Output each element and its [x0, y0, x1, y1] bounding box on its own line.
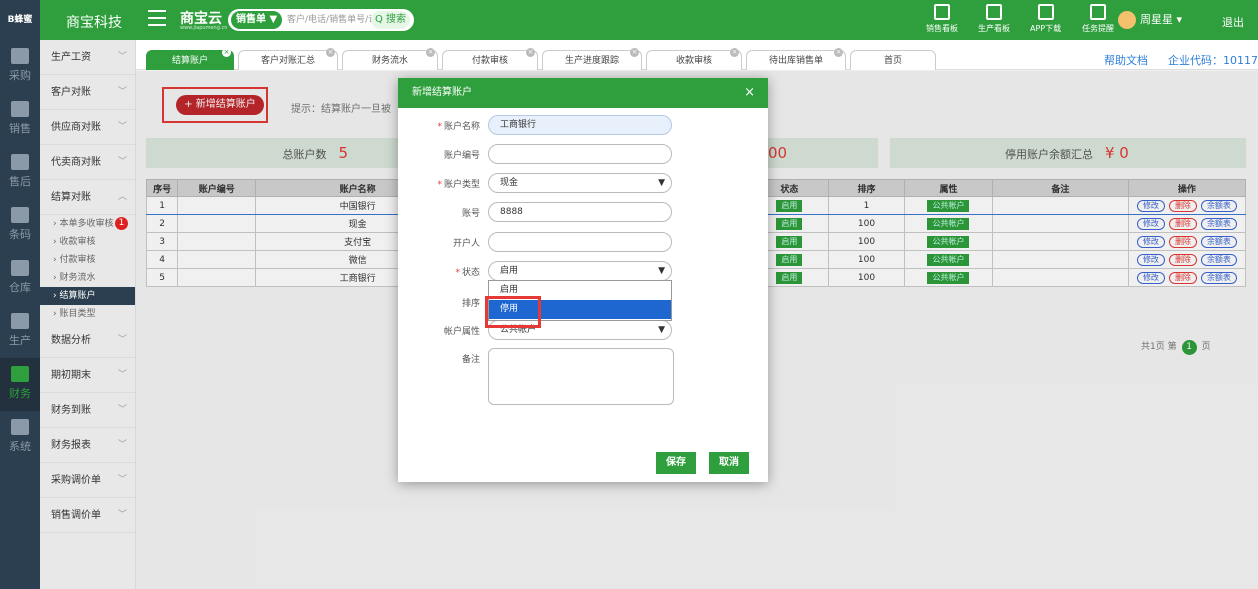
sales-icon	[11, 101, 29, 117]
dropdown-arrow-icon: ▼	[658, 325, 665, 335]
nav-group[interactable]: 采购调价单 ﹀	[40, 463, 135, 498]
rail-finance[interactable]: 财务	[0, 358, 40, 411]
tab-production-progress[interactable]: 生产进度跟踪 ×	[542, 48, 642, 70]
highlight-box	[485, 296, 541, 328]
dropdown-arrow-icon: ▼	[658, 266, 665, 276]
dropdown-arrow-icon: ▼	[658, 178, 665, 188]
production-board-button[interactable]: 生产看板	[978, 4, 1010, 34]
global-search[interactable]: 销售单 ▼ 客户/电话/销售单号/订单号 Q 搜索	[228, 9, 414, 31]
flag-icon	[1090, 4, 1106, 20]
app-logo: B蜂蜜	[0, 0, 40, 40]
rail-system[interactable]: 系统	[0, 411, 40, 464]
sales-board-button[interactable]: 销售看板	[926, 4, 958, 34]
nav-group[interactable]: 数据分析 ﹀	[40, 323, 135, 358]
nav-sub-item-active[interactable]: › 结算账户	[40, 287, 135, 305]
account-number-input[interactable]: 8888	[488, 202, 672, 222]
production-icon	[11, 313, 29, 329]
close-icon[interactable]: ×	[744, 78, 755, 108]
account-type-select[interactable]: 现金 ▼	[488, 173, 672, 193]
nav-sub-item[interactable]: › 账目类型	[40, 305, 135, 323]
cancel-button[interactable]: 取消	[709, 452, 749, 474]
product-url: www.jiapumeng.cn	[180, 25, 228, 31]
nav-sub-item[interactable]: › 付款审核	[40, 251, 135, 269]
field-row-account: 账号 8888	[398, 202, 768, 222]
nav-sub-item[interactable]: › 本单多收审核 1	[40, 215, 135, 233]
rail-production[interactable]: 生产	[0, 305, 40, 358]
tab-home[interactable]: 首页	[850, 50, 936, 70]
tab-pending-shipment[interactable]: 待出库销售单 ×	[746, 48, 846, 70]
account-holder-input[interactable]	[488, 232, 672, 252]
field-row-note: 备注	[398, 348, 768, 406]
service-icon	[11, 154, 29, 170]
close-icon[interactable]: ×	[730, 48, 739, 57]
rail-warehouse[interactable]: 仓库	[0, 252, 40, 305]
status-select[interactable]: 启用 ▼	[488, 261, 672, 281]
cart-icon	[11, 48, 29, 64]
logout-link[interactable]: 退出	[1222, 14, 1244, 30]
nav-group-settlement[interactable]: 结算对账 ︿	[40, 180, 135, 215]
rail-after-sales[interactable]: 售后	[0, 146, 40, 199]
close-icon[interactable]: ×	[526, 48, 535, 57]
nav-group[interactable]: 财务报表 ﹀	[40, 428, 135, 463]
help-docs-link[interactable]: 帮助文档	[1104, 52, 1148, 68]
corp-code: 企业代码：10117	[1168, 54, 1258, 67]
nav-group[interactable]: 财务到账 ﹀	[40, 393, 135, 428]
nav-group[interactable]: 期初期末 ﹀	[40, 358, 135, 393]
save-button[interactable]: 保存	[656, 452, 696, 474]
close-icon[interactable]: ×	[630, 48, 639, 57]
qr-icon	[1037, 4, 1054, 20]
nav-sub-item[interactable]: › 收款审核	[40, 233, 135, 251]
note-textarea[interactable]	[488, 348, 674, 405]
notification-badge: 1	[115, 217, 128, 230]
task-reminder-button[interactable]: 任务提醒	[1082, 4, 1114, 34]
warehouse-icon	[11, 260, 29, 276]
nav-group[interactable]: 供应商对账 ﹀	[40, 110, 135, 145]
module-rail: 采购 销售 售后 条码 仓库 生产 财务 系统	[0, 40, 40, 589]
nav-group[interactable]: 代卖商对账 ﹀	[40, 145, 135, 180]
tab-customer-summary[interactable]: 客户对账汇总 ×	[238, 48, 338, 70]
rail-sales[interactable]: 销售	[0, 93, 40, 146]
nav-group[interactable]: 生产工资 ﹀	[40, 40, 135, 75]
avatar	[1118, 11, 1136, 29]
field-row-holder: 开户人	[398, 232, 768, 252]
close-icon[interactable]: ×	[426, 48, 435, 57]
app-download-button[interactable]: APP下载	[1030, 4, 1061, 34]
menu-toggle-icon[interactable]	[148, 10, 166, 26]
field-row-status: * 状态 启用 ▼	[398, 261, 768, 281]
chart-icon	[934, 4, 950, 20]
tab-bar: 结算账户 × 客户对账汇总 × 财务流水 × 付款审核 × 生产进度跟踪 × 收款审核 × …	[136, 40, 1258, 70]
field-row-code: 账户编号	[398, 144, 768, 164]
company-name: 商宝科技	[66, 15, 122, 31]
rail-purchase[interactable]: 采购	[0, 40, 40, 93]
dialog-header: 新增结算账户 ×	[398, 78, 768, 108]
close-icon[interactable]: ×	[834, 48, 843, 57]
tab-receipt-review[interactable]: 收款审核 ×	[646, 48, 742, 70]
top-bar: B蜂蜜 商宝科技 商宝云 www.jiapumeng.cn 销售单 ▼ 客户/电…	[0, 0, 1258, 40]
dialog-title: 新增结算账户	[412, 87, 472, 98]
account-name-input[interactable]: 工商银行	[488, 115, 672, 135]
barcode-icon	[11, 207, 29, 223]
chart-icon	[986, 4, 1002, 20]
tab-settlement-account[interactable]: 结算账户 ×	[146, 48, 234, 70]
close-icon[interactable]: ×	[222, 48, 231, 57]
tab-payment-review[interactable]: 付款审核 ×	[442, 48, 538, 70]
nav-sub-item[interactable]: › 财务流水	[40, 269, 135, 287]
search-type-select[interactable]: 销售单 ▼	[231, 11, 283, 29]
account-code-input[interactable]	[488, 144, 672, 164]
rail-barcode[interactable]: 条码	[0, 199, 40, 252]
field-row-attr: 帐户属性 公共帐户 ▼	[398, 320, 768, 340]
nav-group[interactable]: 客户对账 ﹀	[40, 75, 135, 110]
tab-finance-flow[interactable]: 财务流水 ×	[342, 48, 438, 70]
finance-submenu: 生产工资 ﹀ 客户对账 ﹀ 供应商对账 ﹀ 代卖商对账 ﹀ 结算对账 ︿ › 本单多收审核…	[40, 40, 136, 589]
nav-group[interactable]: 销售调价单 ﹀	[40, 498, 135, 533]
user-menu[interactable]: 周星星 ▾	[1118, 10, 1182, 30]
gear-icon	[11, 419, 29, 435]
search-button[interactable]: Q 搜索	[370, 11, 410, 29]
close-icon[interactable]: ×	[326, 48, 335, 57]
field-row-name: * 账户名称 工商银行	[398, 115, 768, 135]
calculator-icon	[11, 366, 29, 382]
field-row-type: * 账户类型 现金 ▼	[398, 173, 768, 193]
